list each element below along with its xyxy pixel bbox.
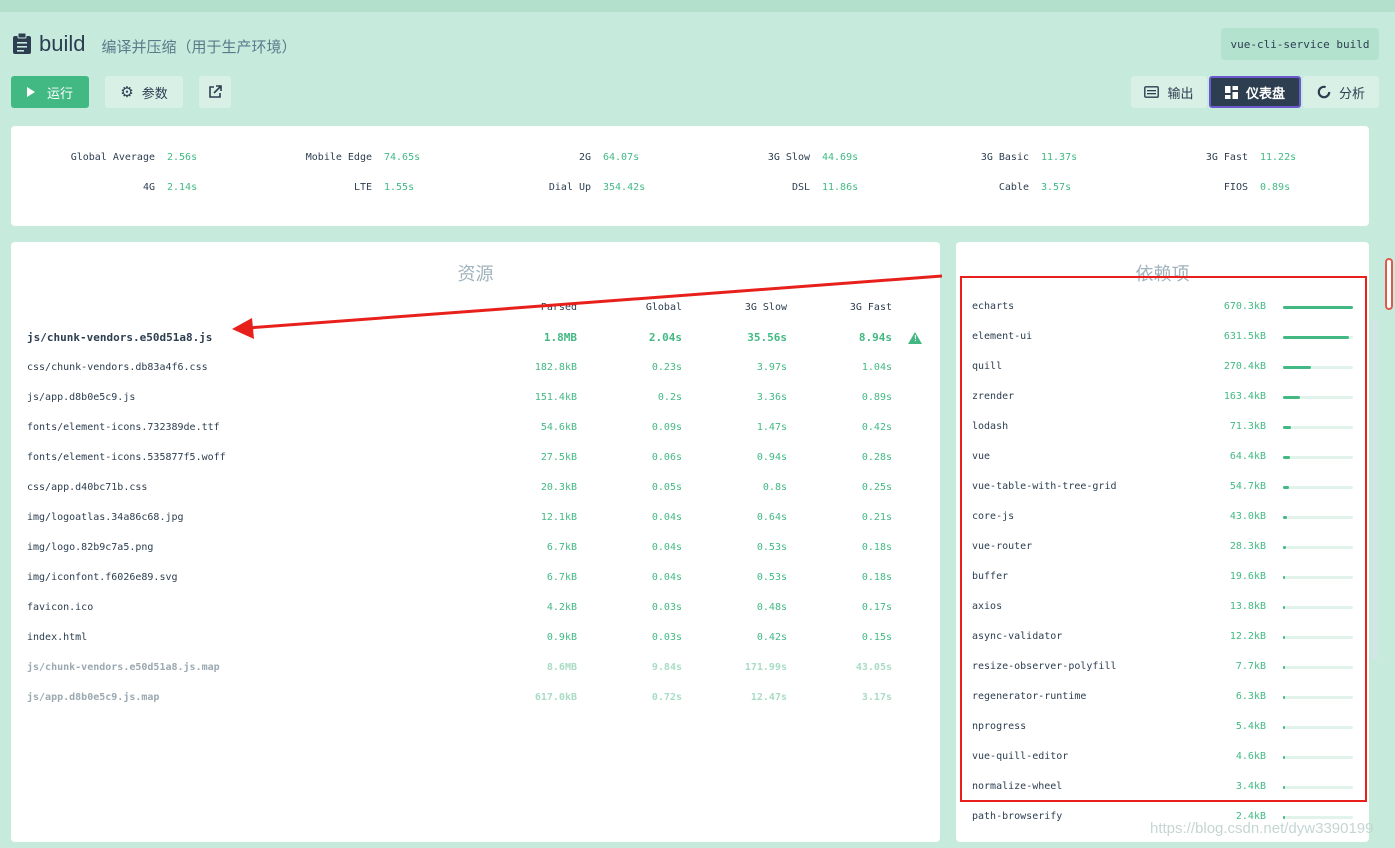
annotation-arrow [232,274,943,339]
watermark: https://blog.csdn.net/dyw3390199 [1150,820,1374,837]
